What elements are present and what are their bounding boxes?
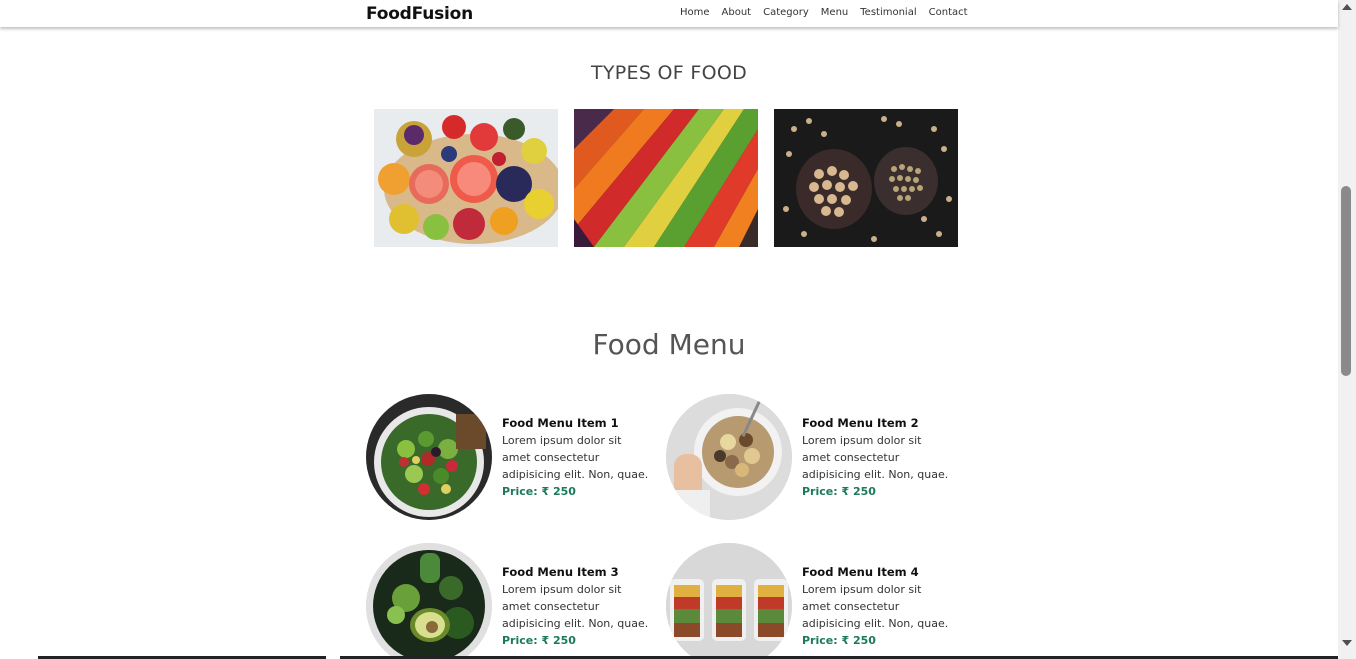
menu-item-card[interactable]: Food Menu Item 2 Lorem ipsum dolor sit a… [666, 394, 966, 520]
nav-link-category[interactable]: Category [763, 7, 809, 18]
menu-item-description-line: amet consectetur [502, 451, 600, 464]
nav-link-menu[interactable]: Menu [821, 7, 848, 18]
grains-image [774, 109, 958, 247]
menu-item-price: Price: ₹ 250 [802, 485, 876, 498]
menu-item-description-line: Lorem ipsum dolor sit [802, 583, 922, 596]
scroll-up-arrow-icon[interactable] [1342, 4, 1352, 10]
menu-item-name: Food Menu Item 1 [502, 416, 619, 430]
menu-item-card[interactable]: Food Menu Item 3 Lorem ipsum dolor sit a… [366, 543, 666, 659]
types-of-food-heading: TYPES OF FOOD [590, 62, 748, 84]
nav-link-contact[interactable]: Contact [929, 7, 968, 18]
menu-item-card[interactable]: Food Menu Item 1 Lorem ipsum dolor sit a… [366, 394, 666, 520]
menu-item-card[interactable]: Food Menu Item 4 Lorem ipsum dolor sit a… [666, 543, 966, 659]
menu-item-description-line: adipisicing elit. Non, quae. [802, 617, 949, 630]
vegetables-image [574, 109, 758, 247]
menu-item-description-line: amet consectetur [502, 600, 600, 613]
menu-item-description-line: adipisicing elit. Non, quae. [802, 468, 949, 481]
nav-links: Home About Category Menu Testimonial Con… [680, 7, 980, 18]
scroll-down-arrow-icon[interactable] [1342, 640, 1352, 646]
menu-item-name: Food Menu Item 3 [502, 565, 619, 579]
menu-item-description-line: adipisicing elit. Non, quae. [502, 468, 649, 481]
menu-item-description-line: Lorem ipsum dolor sit [502, 583, 622, 596]
fruits-image [374, 109, 558, 247]
menu-item-description-line: Lorem ipsum dolor sit [502, 434, 622, 447]
menu-item-image [666, 394, 792, 520]
navbar: FoodFusion Home About Category Menu Test… [0, 0, 1338, 27]
menu-item-name: Food Menu Item 4 [802, 565, 919, 579]
scrollbar-thumb[interactable] [1341, 186, 1351, 376]
page-scrollbar[interactable] [1338, 0, 1356, 659]
menu-item-price: Price: ₹ 250 [502, 485, 576, 498]
brand-logo[interactable]: FoodFusion [366, 4, 473, 24]
menu-item-description-line: adipisicing elit. Non, quae. [502, 617, 649, 630]
menu-item-name: Food Menu Item 2 [802, 416, 919, 430]
menu-item-price: Price: ₹ 250 [802, 634, 876, 647]
food-menu-heading: Food Menu [592, 328, 746, 361]
nav-link-testimonial[interactable]: Testimonial [860, 7, 916, 18]
menu-item-image [666, 543, 792, 659]
menu-item-price: Price: ₹ 250 [502, 634, 576, 647]
menu-item-image [366, 543, 492, 659]
menu-item-image [366, 394, 492, 520]
menu-item-description-line: amet consectetur [802, 451, 900, 464]
nav-link-about[interactable]: About [722, 7, 752, 18]
menu-item-description-line: Lorem ipsum dolor sit [802, 434, 922, 447]
nav-link-home[interactable]: Home [680, 7, 710, 18]
menu-item-description-line: amet consectetur [802, 600, 900, 613]
